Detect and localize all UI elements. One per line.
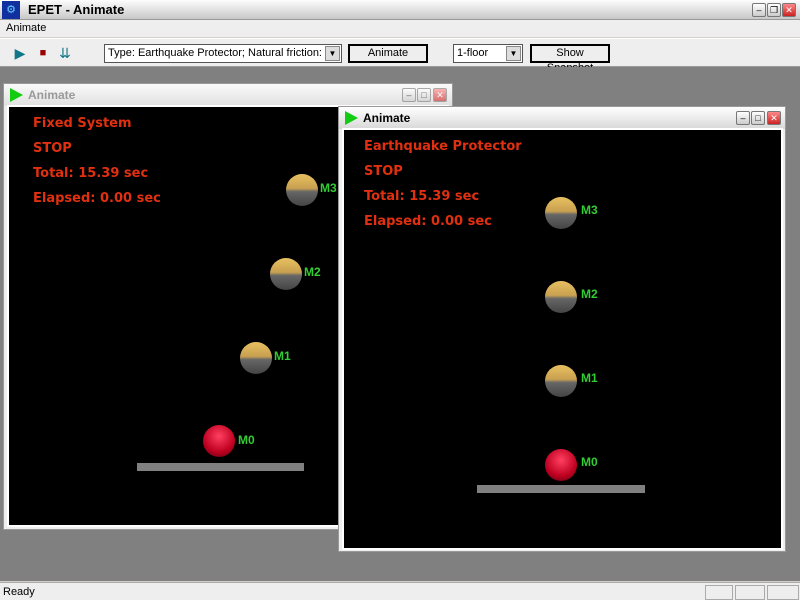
ground-platform	[477, 485, 645, 493]
window-titlebar[interactable]: Animate – □ ✕	[339, 107, 785, 129]
window-title: Animate	[28, 88, 76, 102]
mass-label: M3	[581, 203, 598, 217]
mass-m2	[545, 281, 577, 313]
status-pane	[735, 585, 765, 600]
status-pane	[767, 585, 799, 600]
play-icon	[345, 111, 358, 125]
system-label: Earthquake Protector	[364, 139, 522, 154]
mass-label: M2	[304, 265, 321, 279]
mass-label: M1	[581, 371, 598, 385]
total-time-label: Total: 15.39 sec	[33, 166, 149, 181]
chevron-down-icon[interactable]: ▼	[325, 46, 340, 61]
floor-select-value: 1-floor	[457, 47, 489, 59]
mass-m3	[545, 197, 577, 229]
close-button[interactable]: ✕	[782, 3, 796, 17]
type-select-value: Type: Earthquake Protector; Natural fric…	[108, 47, 332, 59]
maximize-button[interactable]: □	[751, 111, 765, 125]
mass-label: M3	[320, 181, 337, 195]
minimize-button[interactable]: –	[752, 3, 766, 17]
close-button[interactable]: ✕	[767, 111, 781, 125]
status-text: Ready	[3, 586, 35, 598]
maximize-button[interactable]: □	[417, 88, 431, 102]
mass-label: M1	[274, 349, 291, 363]
mass-m2	[270, 258, 302, 290]
mass-m3	[286, 174, 318, 206]
window-titlebar[interactable]: Animate – □ ✕	[4, 84, 452, 106]
stop-icon[interactable]: ■	[35, 45, 51, 61]
elapsed-time-label: Elapsed: 0.00 sec	[33, 191, 161, 206]
mass-m0	[545, 449, 577, 481]
animation-canvas: Earthquake Protector STOP Total: 15.39 s…	[342, 128, 783, 550]
show-snapshot-button[interactable]: Show Snapshot	[530, 44, 610, 74]
toolbar: ▶ ■ ⇊ Type: Earthquake Protector; Natura…	[0, 38, 800, 74]
type-select[interactable]: Type: Earthquake Protector; Natural fric…	[104, 44, 342, 63]
elapsed-time-label: Elapsed: 0.00 sec	[364, 214, 492, 229]
play-icon	[10, 88, 23, 102]
system-label: Fixed System	[33, 116, 132, 131]
mass-m1	[240, 342, 272, 374]
status-pane	[705, 585, 733, 600]
mass-label: M0	[581, 455, 598, 469]
earthquake-protector-window[interactable]: Animate – □ ✕ Earthquake Protector STOP …	[338, 106, 786, 552]
mass-label: M2	[581, 287, 598, 301]
app-title: EPET - Animate	[28, 2, 125, 17]
menubar: Animate	[0, 20, 800, 37]
step-down-icon[interactable]: ⇊	[57, 45, 73, 61]
mass-label: M0	[238, 433, 255, 447]
menu-animate[interactable]: Animate	[6, 22, 46, 34]
mass-m1	[545, 365, 577, 397]
ground-platform	[137, 463, 304, 471]
minimize-button[interactable]: –	[736, 111, 750, 125]
window-title: Animate	[363, 111, 411, 125]
app-titlebar: ⚙ EPET - Animate – ❐ ✕	[0, 0, 800, 20]
play-icon[interactable]: ▶	[12, 45, 28, 61]
mass-m0	[203, 425, 235, 457]
animate-button[interactable]: Animate	[348, 44, 428, 63]
restore-button[interactable]: ❐	[767, 3, 781, 17]
minimize-button[interactable]: –	[402, 88, 416, 102]
state-label: STOP	[33, 141, 72, 156]
total-time-label: Total: 15.39 sec	[364, 189, 480, 204]
status-bar: Ready	[0, 582, 800, 600]
floor-select[interactable]: 1-floor ▼	[453, 44, 523, 63]
chevron-down-icon[interactable]: ▼	[506, 46, 521, 61]
close-button[interactable]: ✕	[433, 88, 447, 102]
app-icon[interactable]: ⚙	[2, 1, 20, 19]
state-label: STOP	[364, 164, 403, 179]
